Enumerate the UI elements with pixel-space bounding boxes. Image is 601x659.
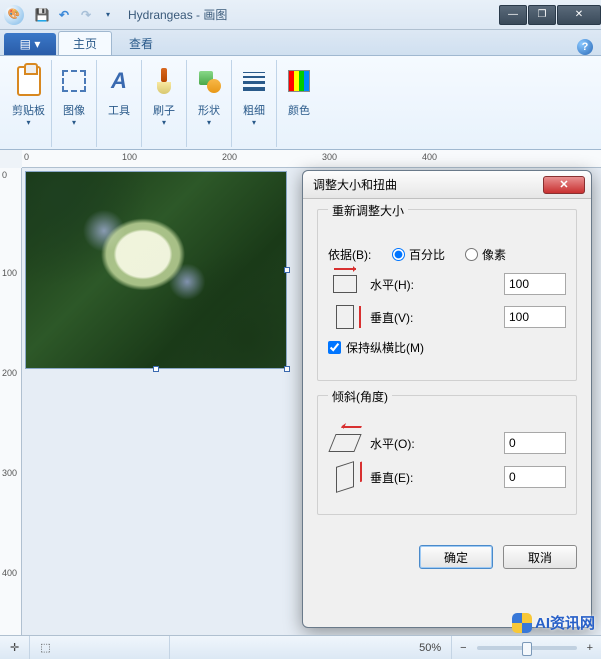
skew-h-input[interactable] [504, 432, 566, 454]
selection-icon: ⬚ [40, 641, 50, 654]
brushes-label: 刷子 [153, 102, 175, 118]
tools-label: 工具 [108, 102, 130, 118]
resize-legend: 重新调整大小 [328, 202, 408, 219]
resize-h-input[interactable] [504, 273, 566, 295]
dialog-titlebar[interactable]: 调整大小和扭曲 ✕ [303, 171, 591, 199]
group-image[interactable]: 图像 ▾ [52, 60, 97, 147]
group-colors[interactable]: 颜色 [277, 60, 321, 147]
resize-handle-se[interactable] [284, 366, 290, 372]
skew-fieldset: 倾斜(角度) 水平(O): 垂直(E): [317, 395, 577, 515]
skew-h-label: 水平(O): [370, 435, 496, 452]
brush-icon [153, 68, 175, 94]
window-title: Hydrangeas - 画图 [128, 6, 227, 23]
keep-ratio-input[interactable] [328, 341, 341, 354]
titlebar: 🎨 💾 ↶ ↷ ▾ Hydrangeas - 画图 — ❐ ✕ [0, 0, 601, 30]
zoom-in-button[interactable]: + [587, 642, 593, 654]
selection-size-cell: ⬚ [30, 636, 170, 659]
qat-dropdown-icon[interactable]: ▾ [98, 5, 118, 25]
group-shapes[interactable]: 形状 ▾ [187, 60, 232, 147]
resize-handle-e[interactable] [284, 267, 290, 273]
zoom-out-button[interactable]: − [460, 642, 466, 654]
text-tool-icon: A [111, 68, 127, 94]
quick-access-toolbar: 💾 ↶ ↷ ▾ [32, 5, 118, 25]
skew-v-input[interactable] [504, 466, 566, 488]
ruler-vertical: 0 100 200 300 400 [0, 168, 22, 635]
keep-ratio-checkbox[interactable]: 保持纵横比(M) [328, 339, 424, 356]
cancel-button[interactable]: 取消 [503, 545, 577, 569]
maximize-button[interactable]: ❐ [528, 5, 556, 25]
chevron-down-icon: ▾ [252, 118, 256, 127]
shapes-icon [197, 69, 221, 93]
chevron-down-icon: ▾ [207, 118, 211, 127]
window-buttons: — ❐ ✕ [498, 5, 601, 25]
image-content [26, 172, 286, 368]
dialog-close-button[interactable]: ✕ [543, 176, 585, 194]
skew-horizontal-icon [328, 434, 361, 452]
dialog-title: 调整大小和扭曲 [313, 176, 397, 193]
minimize-button[interactable]: — [499, 5, 527, 25]
cursor-icon: ✛ [10, 641, 19, 654]
statusbar: ✛ ⬚ 50% − + [0, 635, 601, 659]
help-icon[interactable]: ? [577, 39, 593, 55]
resize-horizontal-icon [333, 275, 357, 293]
app-icon: 🎨 [4, 5, 24, 25]
colors-label: 颜色 [288, 102, 310, 118]
undo-icon[interactable]: ↶ [54, 5, 74, 25]
tab-home[interactable]: 主页 [58, 31, 112, 55]
radio-pixels[interactable]: 像素 [465, 246, 506, 263]
skew-legend: 倾斜(角度) [328, 388, 392, 405]
group-clipboard[interactable]: 剪贴板 ▾ [6, 60, 52, 147]
ribbon-tabs: ▤ ▾ 主页 查看 ? [0, 30, 601, 56]
resize-v-label: 垂直(V): [370, 309, 496, 326]
stroke-label: 粗细 [243, 102, 265, 118]
skew-vertical-icon [336, 461, 354, 493]
radio-percent-input[interactable] [392, 248, 405, 261]
ribbon: 剪贴板 ▾ 图像 ▾ A 工具 刷子 ▾ 形状 ▾ 粗细 ▾ 颜色 [0, 56, 601, 150]
chevron-down-icon: ▾ [162, 118, 166, 127]
resize-v-input[interactable] [504, 306, 566, 328]
ok-button[interactable]: 确定 [419, 545, 493, 569]
stroke-icon [243, 72, 265, 91]
close-button[interactable]: ✕ [557, 5, 601, 25]
clipboard-label: 剪贴板 [12, 102, 45, 118]
resize-skew-dialog: 调整大小和扭曲 ✕ 重新调整大小 依据(B): 百分比 像素 水平(H): 垂直… [302, 170, 592, 628]
colors-icon [288, 70, 310, 92]
clipboard-icon [17, 66, 41, 96]
cursor-pos-cell: ✛ [0, 636, 30, 659]
save-icon[interactable]: 💾 [32, 5, 52, 25]
resize-h-label: 水平(H): [370, 276, 496, 293]
radio-pixels-input[interactable] [465, 248, 478, 261]
canvas[interactable] [26, 172, 286, 368]
group-brushes[interactable]: 刷子 ▾ [142, 60, 187, 147]
ruler-horizontal: 0 100 200 300 400 [22, 150, 601, 168]
chevron-down-icon: ▾ [72, 118, 76, 127]
image-label: 图像 [63, 102, 85, 118]
tab-view[interactable]: 查看 [114, 31, 168, 55]
by-label: 依据(B): [328, 246, 386, 263]
resize-fieldset: 重新调整大小 依据(B): 百分比 像素 水平(H): 垂直(V): 保持纵横比… [317, 209, 577, 381]
file-tab[interactable]: ▤ ▾ [4, 33, 56, 55]
zoom-percent: 50% [409, 636, 452, 659]
group-tools[interactable]: A 工具 [97, 60, 142, 147]
redo-icon[interactable]: ↷ [76, 5, 96, 25]
shapes-label: 形状 [198, 102, 220, 118]
skew-v-label: 垂直(E): [370, 469, 496, 486]
resize-handle-s[interactable] [153, 366, 159, 372]
radio-percent[interactable]: 百分比 [392, 246, 445, 263]
select-icon [62, 70, 86, 92]
zoom-slider[interactable] [477, 646, 577, 650]
zoom-controls: − + [452, 636, 601, 659]
chevron-down-icon: ▾ [26, 118, 30, 127]
resize-vertical-icon [336, 305, 354, 329]
group-stroke[interactable]: 粗细 ▾ [232, 60, 277, 147]
